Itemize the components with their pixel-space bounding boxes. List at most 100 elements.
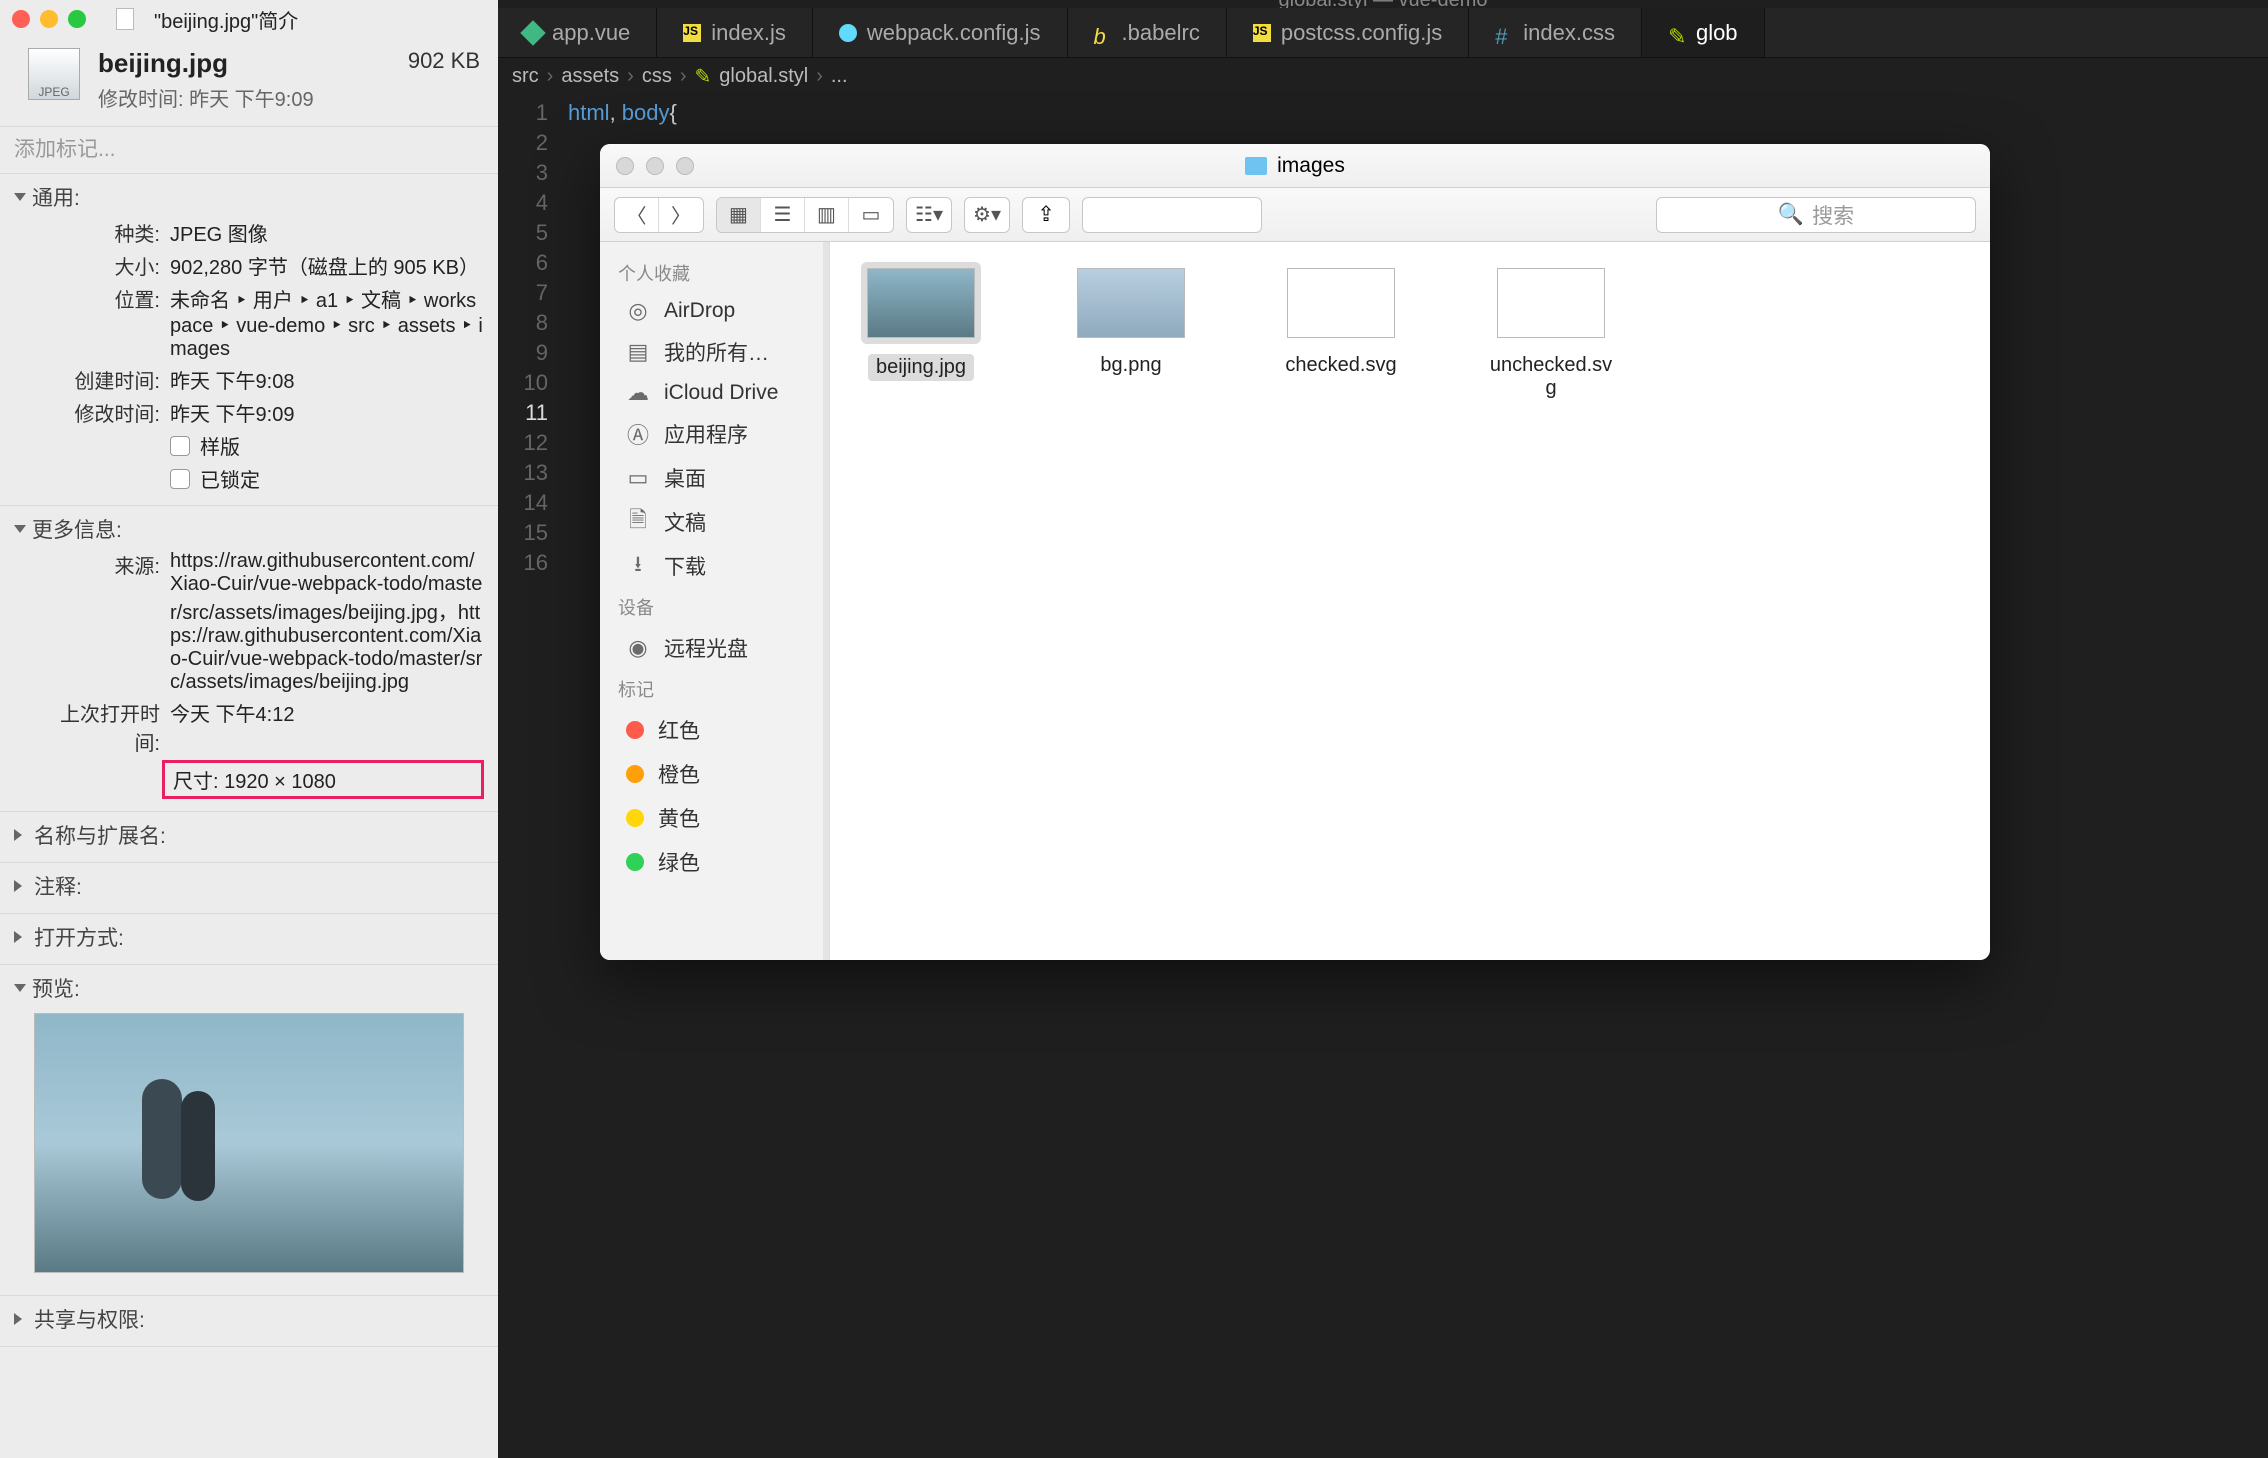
tab-label: glob	[1696, 20, 1738, 46]
forward-button[interactable]: 〉	[659, 198, 703, 232]
file-item-bg[interactable]: bg.png	[1066, 262, 1196, 377]
sidebar-item-apps[interactable]: Ⓐ应用程序	[600, 412, 829, 456]
nav-back-forward: 〈 〉	[614, 197, 704, 233]
sidebar-item-remotedisc[interactable]: ◉ 远程光盘	[600, 626, 829, 670]
stationery-checkbox[interactable]	[170, 436, 190, 456]
documents-icon: 🗎	[626, 510, 650, 534]
sidebar-item-downloads[interactable]: ⭳下载	[600, 544, 829, 588]
crumb[interactable]: assets	[561, 65, 619, 88]
section-comments-toggle[interactable]: 注释:	[14, 871, 484, 901]
sidebar-item-label: 远程光盘	[664, 633, 748, 663]
crumb[interactable]: global.styl	[719, 65, 808, 88]
section-name-ext-toggle[interactable]: 名称与扩展名:	[14, 820, 484, 850]
action-button[interactable]: ⚙▾	[965, 198, 1009, 232]
file-item-beijing[interactable]: beijing.jpg	[856, 262, 986, 381]
sidebar-item-docs[interactable]: 🗎文稿	[600, 500, 829, 544]
size-label: 大小:	[50, 251, 160, 280]
minimize-icon[interactable]	[646, 157, 664, 175]
editor-tabs: app.vue JSindex.js webpack.config.js b.b…	[498, 8, 2268, 58]
tab-label: postcss.config.js	[1281, 20, 1442, 46]
finder-sidebar: 个人收藏 ◎AirDrop ▤我的所有… ☁iCloud Drive Ⓐ应用程序…	[600, 242, 830, 960]
zoom-icon[interactable]	[68, 10, 86, 28]
vue-icon	[520, 20, 545, 45]
sidebar-tag-green[interactable]: 绿色	[600, 840, 829, 884]
section-more-info-toggle[interactable]: 更多信息:	[14, 514, 484, 544]
zoom-icon[interactable]	[676, 157, 694, 175]
breadcrumb[interactable]: src› assets› css› ✎global.styl› ...	[498, 58, 2268, 94]
finder-titlebar[interactable]: images	[600, 144, 1990, 188]
view-icon-button[interactable]: ▦	[717, 198, 761, 232]
tags-field[interactable]: 添加标记...	[0, 126, 498, 174]
info-titlebar[interactable]: "beijing.jpg"简介	[0, 0, 498, 38]
dimensions-highlight: 尺寸: 1920 × 1080	[162, 760, 484, 799]
tag-dot-icon	[626, 809, 644, 827]
tags-button[interactable]	[1082, 197, 1262, 233]
section-open-with-toggle[interactable]: 打开方式:	[14, 922, 484, 952]
crumb: ...	[831, 65, 848, 88]
kind-label: 种类:	[50, 218, 160, 247]
close-icon[interactable]	[616, 157, 634, 175]
section-comments: 注释:	[0, 863, 498, 914]
section-preview-title: 预览:	[32, 973, 80, 1003]
finder-content[interactable]: beijing.jpg bg.png checked.svg unchecked…	[830, 242, 1990, 960]
sidebar-item-desktop[interactable]: ▭桌面	[600, 456, 829, 500]
crumb[interactable]: css	[642, 65, 672, 88]
tab-index-css[interactable]: #index.css	[1469, 8, 1642, 57]
get-info-panel: "beijing.jpg"简介 JPEG beijing.jpg 修改时间: 昨…	[0, 0, 498, 1458]
finder-title-text: images	[1277, 154, 1345, 178]
tab-webpack-config[interactable]: webpack.config.js	[813, 8, 1068, 57]
file-item-label: unchecked.svg	[1486, 354, 1616, 400]
last-open-label: 上次打开时间:	[50, 698, 160, 756]
back-button[interactable]: 〈	[615, 198, 659, 232]
share-button[interactable]: ⇪	[1022, 197, 1070, 233]
section-name-ext: 名称与扩展名:	[0, 812, 498, 863]
view-list-button[interactable]: ☰	[761, 198, 805, 232]
tab-index-js[interactable]: JSindex.js	[657, 8, 813, 57]
section-preview: 预览:	[0, 965, 498, 1296]
section-general-toggle[interactable]: 通用:	[14, 182, 484, 212]
file-proxy-icon	[116, 8, 134, 30]
disc-icon: ◉	[626, 636, 650, 660]
sidebar-item-icloud[interactable]: ☁iCloud Drive	[600, 374, 829, 412]
file-item-unchecked[interactable]: unchecked.svg	[1486, 262, 1616, 400]
dimensions-value: 1920 × 1080	[224, 771, 336, 793]
apps-icon: Ⓐ	[626, 422, 650, 446]
tab-postcss-config[interactable]: JSpostcss.config.js	[1227, 8, 1469, 57]
section-name-ext-title: 名称与扩展名:	[34, 820, 166, 850]
sidebar-item-label: 红色	[658, 715, 700, 745]
arrange-button[interactable]: ☷▾	[907, 198, 951, 232]
sidebar-tag-yellow[interactable]: 黄色	[600, 796, 829, 840]
tab-global-styl[interactable]: ✎glob	[1642, 8, 1765, 57]
size-value: 902,280 字节（磁盘上的 905 KB）	[170, 251, 484, 280]
info-header: JPEG beijing.jpg 修改时间: 昨天 下午9:09 902 KB	[0, 38, 498, 126]
tab-babelrc[interactable]: b.babelrc	[1068, 8, 1227, 57]
modified-summary: 修改时间: 昨天 下午9:09	[98, 83, 390, 112]
minimize-icon[interactable]	[40, 10, 58, 28]
section-general: 通用: 种类:JPEG 图像 大小:902,280 字节（磁盘上的 905 KB…	[0, 174, 498, 506]
sidebar-head-tags: 标记	[600, 670, 829, 708]
tab-label: index.css	[1523, 20, 1615, 46]
search-input[interactable]: 🔍搜索	[1656, 197, 1976, 233]
disclosure-triangle-icon	[14, 829, 28, 841]
section-general-title: 通用:	[32, 182, 80, 212]
action-group: ⚙▾	[964, 197, 1010, 233]
tag-dot-icon	[626, 853, 644, 871]
created-label: 创建时间:	[50, 365, 160, 394]
sidebar-tag-orange[interactable]: 橙色	[600, 752, 829, 796]
close-icon[interactable]	[12, 10, 30, 28]
tab-label: .babelrc	[1122, 20, 1200, 46]
view-column-button[interactable]: ▥	[805, 198, 849, 232]
file-item-checked[interactable]: checked.svg	[1276, 262, 1406, 377]
sidebar-tag-red[interactable]: 红色	[600, 708, 829, 752]
locked-checkbox[interactable]	[170, 469, 190, 489]
section-sharing-toggle[interactable]: 共享与权限:	[14, 1304, 484, 1334]
tag-dot-icon	[626, 765, 644, 783]
tab-app-vue[interactable]: app.vue	[498, 8, 657, 57]
section-preview-toggle[interactable]: 预览:	[14, 973, 484, 1003]
sidebar-item-allmy[interactable]: ▤我的所有…	[600, 330, 829, 374]
sidebar-item-airdrop[interactable]: ◎AirDrop	[600, 292, 829, 330]
last-open-value: 今天 下午4:12	[170, 698, 484, 756]
view-gallery-button[interactable]: ▭	[849, 198, 893, 232]
sidebar-item-label: 我的所有…	[664, 337, 769, 367]
crumb[interactable]: src	[512, 65, 539, 88]
